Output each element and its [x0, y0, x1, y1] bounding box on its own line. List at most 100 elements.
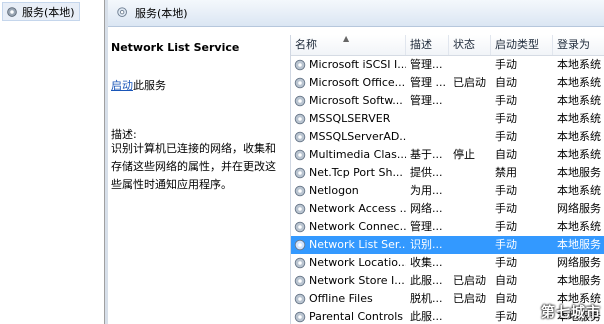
gear-icon: [294, 221, 306, 233]
cell-status: [449, 236, 491, 254]
table-row[interactable]: Network List Ser... 识别... 手动 本地服务: [291, 236, 604, 254]
gear-icon: [294, 77, 306, 89]
table-row[interactable]: Microsoft Softw... 管理... 手动 本地系统: [291, 92, 604, 110]
service-name-text: Network Connec...: [309, 220, 406, 233]
cell-description: 此服...: [410, 310, 443, 323]
cell-name: MSSQLSERVER: [291, 110, 406, 128]
service-name: Network List Service: [111, 41, 240, 54]
sort-ascending-icon: ▲: [343, 35, 350, 43]
cell-startup-type: 禁用: [495, 166, 517, 179]
table-row[interactable]: Network Access ... 网络... 手动 网络服务: [291, 200, 604, 218]
gear-icon: [294, 203, 306, 215]
table-body: Microsoft iSCSI I... 管理... 手动 本地系统 Microsoft…: [291, 56, 604, 324]
start-service-link[interactable]: 启动: [111, 79, 133, 92]
cell-logon-as: 本地系统: [557, 76, 601, 89]
cell-status: [449, 164, 491, 182]
service-name-text: Network Locatio...: [309, 256, 406, 269]
cell-logon-as: 本地系统: [557, 220, 601, 233]
service-name-text: MSSQLServerAD...: [309, 130, 406, 143]
cell-logon-as: 本地系统: [557, 58, 601, 71]
cell-name: Microsoft Office...: [291, 74, 406, 92]
col-header-status[interactable]: 状态: [449, 35, 491, 55]
col-header-startup[interactable]: 启动类型: [491, 35, 553, 55]
cell-startup-type: 手动: [495, 94, 517, 107]
cell-description: 基于...: [410, 148, 443, 161]
gear-icon: [294, 293, 306, 305]
cell-name: Net.Tcp Port Sh...: [291, 164, 406, 182]
gear-icon: [294, 149, 306, 161]
cell-name: Network Store I...: [291, 272, 406, 290]
service-name-text: Microsoft Office...: [309, 76, 406, 89]
cell-description: 此服...: [410, 274, 443, 287]
pane-title: 服务(本地): [135, 7, 188, 20]
cell-name: Network Locatio...: [291, 254, 406, 272]
cell-status: 停止: [453, 148, 475, 161]
cell-startup-type: 手动: [495, 112, 517, 125]
table-row[interactable]: Network Store I... 此服... 已启动 自动 本地服务: [291, 272, 604, 290]
table-row[interactable]: Network Locatio... 收集... 手动 网络服务: [291, 254, 604, 272]
cell-startup-type: 手动: [495, 58, 517, 71]
service-name-text: MSSQLSERVER: [309, 112, 391, 125]
cell-description: 管理...: [410, 220, 443, 233]
services-icon: [117, 7, 127, 17]
cell-description: 识别...: [410, 238, 443, 251]
cell-description: 管理 ...: [410, 76, 446, 89]
table-row[interactable]: Netlogon 为用... 手动 本地系统: [291, 182, 604, 200]
cell-status: 已启动: [453, 76, 486, 89]
cell-description: 为用...: [410, 184, 443, 197]
cell-status: [449, 200, 491, 218]
cell-startup-type: 手动: [495, 202, 517, 215]
table-header: 名称 ▲ 描述 状态 启动类型 登录为: [291, 35, 604, 56]
table-row[interactable]: Microsoft iSCSI I... 管理... 手动 本地系统: [291, 56, 604, 74]
service-name-text: Net.Tcp Port Sh...: [309, 166, 403, 179]
services-table: 名称 ▲ 描述 状态 启动类型 登录为 Microsoft iSCSI I...…: [290, 35, 604, 324]
cell-startup-type: 手动: [495, 184, 517, 197]
cell-description: 脱机...: [410, 292, 443, 305]
cell-status: [449, 218, 491, 236]
table-row[interactable]: Net.Tcp Port Sh... 提供... 禁用 本地服务: [291, 164, 604, 182]
cell-startup-type: 手动: [495, 220, 517, 233]
cell-startup-type: 手动: [495, 238, 517, 251]
cell-logon-as: 本地系统: [557, 94, 601, 107]
table-row[interactable]: MSSQLServerAD... 手动 本地系统: [291, 128, 604, 146]
gear-icon: [294, 59, 306, 71]
cell-name: Network List Ser...: [291, 236, 406, 254]
cell-description: 提供...: [410, 166, 443, 179]
cell-name: Microsoft Softw...: [291, 92, 406, 110]
cell-name: Offline Files: [291, 290, 406, 308]
cell-status: [449, 110, 491, 128]
service-name-text: Parental Controls: [309, 310, 403, 323]
pane-header: 服务(本地): [108, 0, 604, 27]
cell-description: 管理...: [410, 58, 443, 71]
start-line: 启动此服务: [111, 77, 166, 93]
service-name-text: Multimedia Clas...: [309, 148, 406, 161]
cell-startup-type: 手动: [495, 256, 517, 269]
table-row[interactable]: Multimedia Clas... 基于... 停止 自动 本地系统: [291, 146, 604, 164]
service-name-text: Network Store I...: [309, 274, 405, 287]
service-name-text: Network Access ...: [309, 202, 406, 215]
col-header-desc[interactable]: 描述: [406, 35, 449, 55]
cell-description: 收集...: [410, 256, 443, 269]
cell-description: 网络...: [410, 202, 443, 215]
tree-item-services-local[interactable]: 服务(本地): [2, 2, 80, 21]
cell-name: Microsoft iSCSI I...: [291, 56, 406, 74]
table-row[interactable]: MSSQLSERVER 手动 本地系统: [291, 110, 604, 128]
service-name-text: Netlogon: [309, 184, 359, 197]
cell-name: Network Connec...: [291, 218, 406, 236]
cell-status: [449, 254, 491, 272]
cell-name: Netlogon: [291, 182, 406, 200]
cell-name: Multimedia Clas...: [291, 146, 406, 164]
cell-startup-type: 手动: [495, 130, 517, 143]
cell-startup-type: 自动: [495, 76, 517, 89]
cell-description: [406, 128, 449, 146]
col-header-login[interactable]: 登录为: [553, 35, 604, 55]
cell-status: 已启动: [453, 292, 486, 305]
gear-icon: [294, 113, 306, 125]
services-pane: 服务(本地) Network List Service 启动此服务 描述: 识别…: [108, 0, 604, 324]
console-tree: 服务(本地): [0, 0, 105, 324]
table-row[interactable]: Microsoft Office... 管理 ... 已启动 自动 本地系统: [291, 74, 604, 92]
cell-logon-as: 本地系统: [557, 112, 601, 125]
cell-logon-as: 本地系统: [557, 184, 601, 197]
cell-status: 已启动: [453, 274, 486, 287]
table-row[interactable]: Network Connec... 管理... 手动 本地系统: [291, 218, 604, 236]
